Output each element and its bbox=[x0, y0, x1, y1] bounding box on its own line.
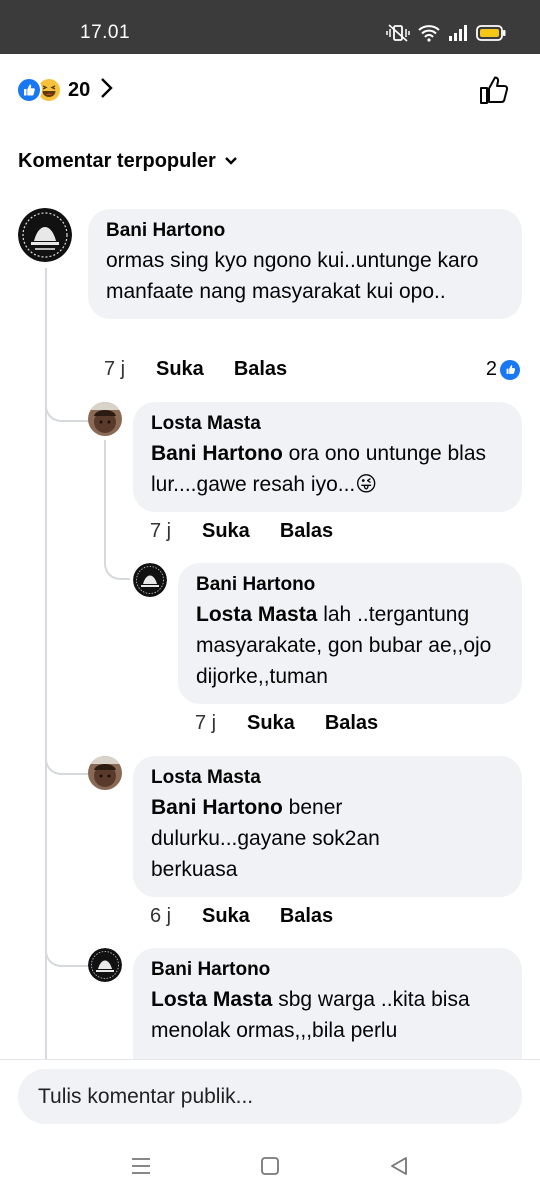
mention-link[interactable]: Losta Masta bbox=[196, 603, 317, 626]
comment-sort-dropdown[interactable]: Komentar terpopuler bbox=[18, 150, 238, 173]
reply-button[interactable]: Balas bbox=[325, 712, 378, 735]
like-comment-button[interactable]: Suka bbox=[156, 358, 204, 381]
thread-line-reply bbox=[104, 440, 106, 550]
avatar[interactable] bbox=[88, 402, 122, 436]
comment-actions: 7 j Suka Balas bbox=[150, 520, 363, 543]
comment-bubble: Bani Hartono Losta Masta sbg warga ..kit… bbox=[133, 948, 522, 1059]
status-time: 17.01 bbox=[80, 22, 131, 43]
signal-icon bbox=[448, 25, 468, 41]
back-icon[interactable] bbox=[388, 1155, 410, 1182]
comment-text: Bani Hartono ora ono untunge blas lur...… bbox=[151, 438, 506, 500]
mention-link[interactable]: Bani Hartono bbox=[151, 442, 283, 465]
comment-like-count[interactable]: 2 bbox=[486, 358, 520, 381]
like-post-button[interactable] bbox=[478, 74, 510, 111]
comment-time: 7 j bbox=[150, 520, 172, 542]
menu-icon[interactable] bbox=[130, 1155, 152, 1182]
like-comment-button[interactable]: Suka bbox=[247, 712, 295, 735]
reaction-summary[interactable]: 20 bbox=[16, 74, 114, 106]
status-bar: 17.01 bbox=[0, 0, 540, 54]
reply-button[interactable]: Balas bbox=[234, 358, 287, 381]
composer-divider bbox=[0, 1059, 540, 1060]
comment-author[interactable]: Bani Hartono bbox=[151, 959, 506, 981]
comment-text: ormas sing kyo ngono kui..untunge karo m… bbox=[106, 249, 479, 303]
like-comment-button[interactable]: Suka bbox=[202, 520, 250, 543]
comment-actions: 7 j Suka Balas bbox=[195, 712, 408, 735]
thread-connector bbox=[45, 937, 89, 967]
comment-author[interactable]: Losta Masta bbox=[151, 413, 506, 435]
comment-bubble: Losta Masta Bani Hartono ora ono untunge… bbox=[133, 402, 522, 512]
comment-text: Losta Masta lah ..tergantung masyarakate… bbox=[196, 599, 506, 692]
comment-author[interactable]: Bani Hartono bbox=[196, 574, 506, 596]
vibrate-mute-icon bbox=[386, 23, 410, 43]
comment-input-placeholder: Tulis komentar publik... bbox=[38, 1084, 254, 1108]
battery-icon bbox=[476, 24, 506, 42]
like-reaction-icon bbox=[500, 359, 520, 380]
comment-actions: 7 j Suka Balas bbox=[104, 358, 317, 381]
mention-link[interactable]: Bani Hartono bbox=[151, 796, 283, 819]
comment-time: 7 j bbox=[104, 358, 126, 380]
comment-actions: 6 j Suka Balas bbox=[150, 905, 363, 928]
comment-text: Losta Masta sbg warga ..kita bisa menola… bbox=[151, 984, 506, 1046]
comment-author[interactable]: Bani Hartono bbox=[106, 220, 506, 242]
wifi-icon bbox=[418, 24, 440, 42]
comment-bubble: Losta Masta Bani Hartono bener dulurku..… bbox=[133, 756, 522, 897]
comment-time: 7 j bbox=[195, 712, 217, 734]
avatar[interactable] bbox=[18, 208, 72, 262]
comment-author[interactable]: Losta Masta bbox=[151, 767, 506, 789]
reply-button[interactable]: Balas bbox=[280, 520, 333, 543]
avatar[interactable] bbox=[88, 756, 122, 790]
reaction-count: 20 bbox=[68, 78, 91, 101]
status-icons bbox=[386, 22, 506, 44]
thread-connector bbox=[104, 550, 130, 580]
reply-button[interactable]: Balas bbox=[280, 905, 333, 928]
chevron-down-icon bbox=[224, 153, 238, 171]
comment-bubble: Bani Hartono Losta Masta lah ..tergantun… bbox=[178, 563, 522, 704]
home-icon[interactable] bbox=[259, 1155, 281, 1182]
comment-time: 6 j bbox=[150, 905, 172, 927]
comment-text: Bani Hartono bener dulurku...gayane sok2… bbox=[151, 792, 411, 885]
comment-bubble: Bani Hartono ormas sing kyo ngono kui..u… bbox=[88, 209, 522, 319]
avatar[interactable] bbox=[133, 563, 167, 597]
chevron-right-icon bbox=[100, 77, 114, 104]
like-count-value: 2 bbox=[485, 358, 497, 380]
thumbs-up-icon bbox=[478, 76, 510, 110]
system-nav-bar bbox=[0, 1140, 540, 1200]
like-reaction-icon bbox=[16, 77, 42, 103]
avatar[interactable] bbox=[88, 948, 122, 982]
comment-input[interactable]: Tulis komentar publik... bbox=[18, 1069, 522, 1124]
mention-link[interactable]: Losta Masta bbox=[151, 988, 272, 1011]
thread-connector bbox=[45, 745, 89, 775]
thread-connector bbox=[45, 392, 89, 422]
sort-label: Komentar terpopuler bbox=[18, 150, 216, 172]
like-comment-button[interactable]: Suka bbox=[202, 905, 250, 928]
